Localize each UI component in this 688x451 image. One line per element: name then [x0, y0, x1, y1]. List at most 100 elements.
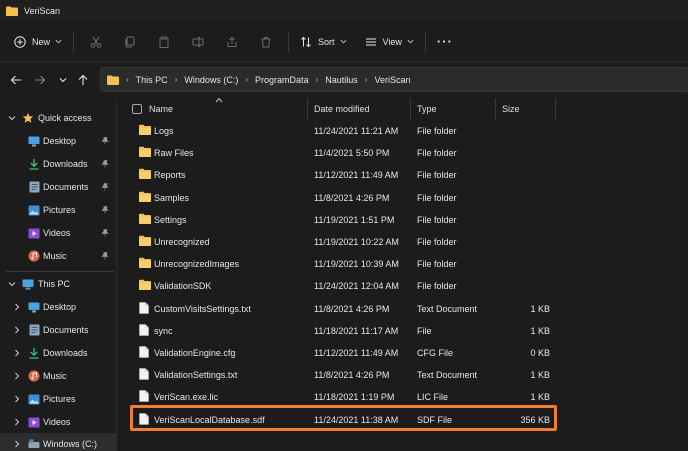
sidebar-item-documents[interactable]: Documents	[0, 176, 116, 198]
column-header-date[interactable]: Date modified	[314, 104, 370, 114]
sidebar-item-label: Videos	[43, 228, 71, 238]
file-name: CustomVisitsSettings.txt	[154, 303, 251, 314]
file-row[interactable]: UnrecognizedImages 11/19/2021 10:39 AM Fil…	[117, 253, 688, 275]
new-button[interactable]: New	[8, 28, 68, 56]
sidebar-item-downloads[interactable]: Downloads	[0, 153, 116, 175]
file-size: 1 KB	[530, 325, 550, 336]
sidebar-item-quick-access[interactable]: Quick access	[0, 107, 116, 129]
column-divider[interactable]	[555, 98, 556, 120]
rename-button[interactable]	[181, 28, 215, 56]
more-options-button[interactable]: ···	[431, 28, 459, 56]
breadcrumb-windows-c[interactable]: Windows (C:)	[184, 75, 238, 85]
sidebar-item-label: Music	[43, 251, 67, 261]
file-icon	[139, 390, 151, 403]
column-header-name[interactable]: Name	[149, 104, 173, 114]
file-date-modified: 11/8/2021 4:26 PM	[314, 303, 390, 314]
breadcrumb-nautilus[interactable]: Nautilus	[325, 75, 358, 85]
file-row[interactable]: ValidationSettings.txt 11/8/2021 4:26 PM T…	[117, 364, 688, 386]
file-date-modified: 11/24/2021 12:04 AM	[314, 281, 399, 292]
sidebar-item-pc-documents[interactable]: Documents	[0, 319, 116, 341]
sidebar-item-pc-pictures[interactable]: Pictures	[0, 388, 116, 410]
pin-icon	[101, 252, 109, 260]
address-bar[interactable]: › This PC › Windows (C:) › ProgramData ›…	[100, 67, 688, 92]
sidebar-item-label: Desktop	[43, 302, 77, 312]
file-row[interactable]: Raw Files 11/4/2021 5:50 PM File folder	[117, 142, 688, 164]
trash-icon	[261, 36, 271, 47]
navigation-bar: › This PC › Windows (C:) › ProgramData ›…	[0, 62, 688, 98]
file-row[interactable]: Logs 11/24/2021 11:21 AM File folder	[117, 120, 688, 142]
sidebar-item-windows-c[interactable]: Windows (C:)	[0, 433, 116, 451]
documents-icon	[28, 181, 40, 193]
chevron-right-icon: ›	[364, 75, 368, 84]
sidebar-item-label: Pictures	[43, 394, 76, 404]
sidebar-item-pc-videos[interactable]: Videos	[0, 411, 116, 433]
paste-button[interactable]	[147, 28, 181, 56]
breadcrumb-programdata[interactable]: ProgramData	[255, 75, 309, 85]
sidebar-item-pc-music[interactable]: Music	[0, 365, 116, 387]
arrow-left-icon	[10, 75, 21, 85]
sidebar-item-pc-downloads[interactable]: Downloads	[0, 342, 116, 364]
file-name: ValidationSDK	[154, 281, 212, 292]
folder-icon	[6, 6, 18, 16]
column-divider[interactable]	[495, 98, 496, 120]
cut-button[interactable]	[79, 28, 113, 56]
copy-button[interactable]	[113, 28, 147, 56]
file-name: Settings	[154, 214, 187, 225]
select-all-checkbox[interactable]	[132, 104, 142, 114]
pin-icon	[101, 206, 109, 214]
view-button-label: View	[382, 36, 402, 47]
file-type: File folder	[417, 148, 457, 159]
download-icon	[28, 347, 40, 359]
file-row[interactable]: CustomVisitsSettings.txt 11/8/2021 4:26 P…	[117, 298, 688, 320]
file-row[interactable]: Samples 11/8/2021 4:26 PM File folder	[117, 187, 688, 209]
up-button[interactable]	[71, 68, 95, 92]
sidebar-item-pc-desktop[interactable]: Desktop	[0, 296, 116, 318]
column-header-size[interactable]: Size	[502, 104, 520, 114]
file-row[interactable]: Reports 11/12/2021 11:49 AM File folder	[117, 164, 688, 186]
file-row[interactable]: ValidationSDK 11/24/2021 12:04 AM File fol…	[117, 275, 688, 297]
chevron-down-icon	[59, 78, 67, 83]
file-date-modified: 11/12/2021 11:49 AM	[314, 170, 399, 181]
sidebar-item-music[interactable]: Music	[0, 245, 116, 267]
file-row[interactable]: Settings 11/19/2021 1:51 PM File folder	[117, 209, 688, 231]
file-date-modified: 11/8/2021 4:26 PM	[314, 370, 390, 381]
chevron-right-icon: ›	[174, 75, 178, 84]
toolbar-divider	[288, 31, 290, 52]
sidebar-item-videos[interactable]: Videos	[0, 222, 116, 244]
arrow-right-icon	[35, 75, 46, 85]
column-header-type[interactable]: Type	[417, 104, 437, 114]
file-type: File folder	[417, 259, 457, 270]
more-options-label: ···	[436, 34, 453, 49]
plus-circle-icon	[14, 35, 26, 48]
sidebar-item-label: Desktop	[43, 136, 77, 146]
view-button[interactable]: View	[359, 28, 420, 56]
file-date-modified: 11/19/2021 10:39 AM	[314, 259, 399, 270]
delete-button[interactable]	[249, 28, 283, 56]
file-type: File folder	[417, 126, 457, 136]
file-date-modified: 11/24/2021 11:21 AM	[314, 126, 399, 136]
pictures-icon	[28, 393, 40, 405]
forward-button[interactable]	[28, 68, 52, 92]
folder-icon	[139, 168, 151, 180]
file-date-modified: 11/8/2021 4:26 PM	[314, 192, 390, 203]
file-type: File	[417, 325, 432, 336]
breadcrumb-this-pc[interactable]: This PC	[136, 75, 168, 85]
file-row[interactable]: Unrecognized 11/19/2021 10:22 AM File fold…	[117, 231, 688, 253]
file-row[interactable]: sync 11/18/2021 11:17 AM File 1 KB	[117, 320, 688, 342]
sidebar-item-pictures[interactable]: Pictures	[0, 199, 116, 221]
file-row[interactable]: ValidationEngine.cfg 11/12/2021 11:49 AM C…	[117, 342, 688, 364]
sidebar-item-this-pc[interactable]: This PC	[0, 273, 116, 295]
sidebar-item-label: Quick access	[38, 113, 92, 123]
breadcrumb-veriscan[interactable]: VeriScan	[374, 75, 410, 85]
title-bar: VeriScan	[0, 0, 688, 22]
sidebar-item-desktop[interactable]: Desktop	[0, 130, 116, 152]
back-button[interactable]	[4, 68, 28, 92]
pin-icon	[101, 137, 109, 145]
sort-button[interactable]: Sort	[294, 28, 353, 56]
file-name: sync	[154, 325, 173, 336]
column-divider[interactable]	[307, 98, 308, 120]
column-divider[interactable]	[410, 98, 411, 120]
computer-icon	[22, 278, 34, 290]
share-button[interactable]	[215, 28, 249, 56]
file-type: Text Document	[417, 303, 478, 314]
